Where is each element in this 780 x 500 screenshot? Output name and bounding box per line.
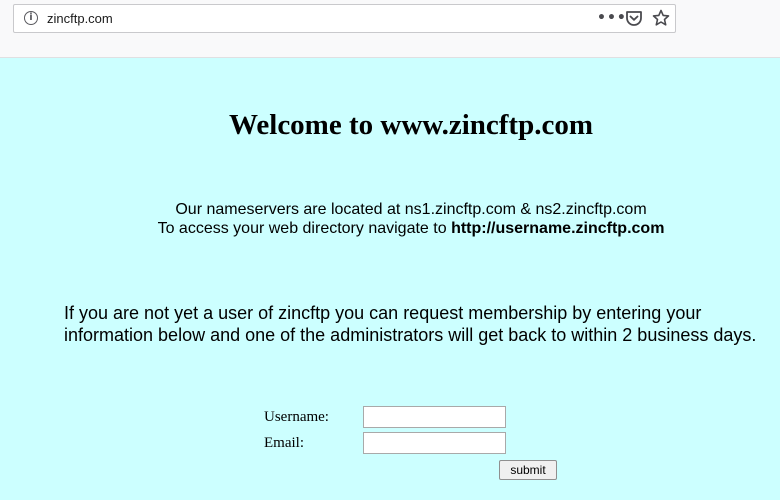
url-text[interactable]: zincftp.com xyxy=(47,11,113,27)
bookmark-star-icon[interactable] xyxy=(652,9,670,27)
info-icon[interactable]: i xyxy=(24,11,38,25)
submit-button[interactable]: submit xyxy=(499,460,557,480)
username-input[interactable] xyxy=(363,406,506,428)
nameservers-line: Our nameservers are located at ns1.zincf… xyxy=(175,201,647,218)
address-bar[interactable]: i zincftp.com ••• xyxy=(13,4,676,33)
membership-text: If you are not yet a user of zincftp you… xyxy=(64,303,757,345)
pocket-icon[interactable] xyxy=(625,10,643,27)
directory-prefix: To access your web directory navigate to xyxy=(157,220,452,237)
browser-toolbar: i zincftp.com ••• xyxy=(0,0,780,58)
nameserver-info: Our nameservers are located at ns1.zincf… xyxy=(0,200,780,238)
email-label: Email: xyxy=(264,435,304,451)
username-label: Username: xyxy=(264,409,329,425)
email-input[interactable] xyxy=(363,432,506,454)
more-actions-icon[interactable]: ••• xyxy=(597,8,627,28)
page-body: Welcome to www.zincftp.com Our nameserve… xyxy=(0,58,780,500)
directory-line: To access your web directory navigate to… xyxy=(0,219,780,238)
directory-url: http://username.zincftp.com xyxy=(451,220,665,237)
page-title: Welcome to www.zincftp.com xyxy=(228,109,593,141)
